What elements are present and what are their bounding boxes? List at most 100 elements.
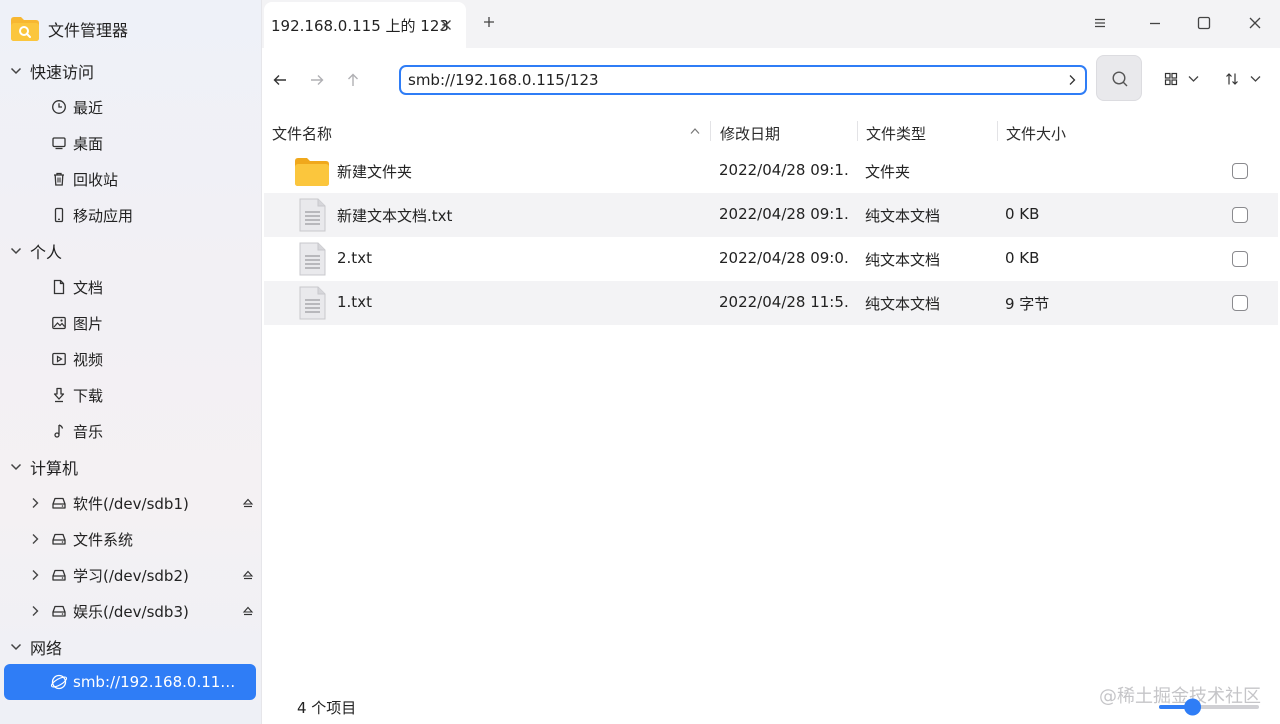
sidebar-item-label: 软件(/dev/sdb1) [73,494,189,513]
sidebar: 文件管理器 快速访问 最近 桌面 回收站 移动应用 个人 文档 图片 视频 下载… [0,0,262,724]
file-name: 2.txt [337,249,372,267]
sidebar-item-disk-software[interactable]: 软件(/dev/sdb1) [0,485,262,521]
close-tab-icon[interactable] [440,19,452,31]
row-checkbox[interactable] [1232,163,1248,179]
column-divider[interactable] [710,121,711,141]
sidebar-group-label: 个人 [30,243,63,262]
sidebar-item-music[interactable]: 音乐 [0,413,262,449]
sidebar-group-computer[interactable]: 计算机 [0,449,262,485]
column-divider[interactable] [997,121,998,141]
file-manager-logo-icon [10,16,40,42]
sidebar-item-pictures[interactable]: 图片 [0,305,262,341]
eject-icon[interactable] [242,497,254,509]
network-share-icon [50,673,68,691]
eject-icon[interactable] [242,569,254,581]
column-header-type[interactable]: 文件类型 [866,123,926,144]
sidebar-item-label: 图片 [73,314,104,333]
sidebar-item-label: 最近 [73,98,104,117]
row-checkbox[interactable] [1232,251,1248,267]
column-header-name[interactable]: 文件名称 [272,123,332,144]
tab-label: 192.168.0.115 上的 123 [271,16,449,35]
file-name: 新建文本文档.txt [337,207,453,225]
column-header-modified[interactable]: 修改日期 [720,123,780,144]
chevron-down-icon[interactable] [1188,75,1199,83]
add-tab-icon[interactable] [483,16,495,28]
chevron-right-icon[interactable] [1067,74,1077,86]
row-checkbox[interactable] [1232,295,1248,311]
sidebar-item-label: 视频 [73,350,104,369]
search-button[interactable] [1096,55,1142,101]
clock-icon [50,98,68,116]
sidebar-group-label: 快速访问 [30,63,95,82]
disk-icon [50,602,68,620]
sidebar-item-label: 文件系统 [73,530,134,549]
chevron-right-icon[interactable] [28,532,42,546]
sidebar-item-label: 移动应用 [73,206,134,225]
eject-icon[interactable] [242,605,254,617]
up-arrow-icon[interactable] [345,72,361,88]
document-icon [50,278,68,296]
trash-icon [50,170,68,188]
file-size: 0 KB [1005,205,1040,223]
menu-icon[interactable] [1093,16,1107,30]
file-modified: 2022/04/28 09:0… [719,249,849,267]
desktop-icon [50,134,68,152]
file-type: 纯文本文档 [865,207,941,225]
sidebar-item-label: 音乐 [73,422,104,441]
chevron-right-icon[interactable] [28,568,42,582]
chevron-right-icon[interactable] [28,604,42,618]
text-file-icon [294,197,330,233]
sidebar-item-disk-entertainment[interactable]: 娱乐(/dev/sdb3) [0,593,262,629]
sidebar-item-filesystem[interactable]: 文件系统 [0,521,262,557]
sidebar-group-personal[interactable]: 个人 [0,233,262,269]
sidebar-item-smb-share[interactable]: smb://192.168.0.11… [4,664,256,700]
column-divider[interactable] [857,121,858,141]
file-row[interactable]: 新建文件夹 2022/04/28 09:1… 文件夹 [264,149,1278,193]
file-row[interactable]: 1.txt 2022/04/28 11:5… 纯文本文档 9 字节 [264,281,1278,325]
sidebar-item-label: 学习(/dev/sdb2) [73,566,189,585]
file-row[interactable]: 新建文本文档.txt 2022/04/28 09:1… 纯文本文档 0 KB [264,193,1278,237]
file-name: 新建文件夹 [337,163,413,181]
zoom-slider[interactable] [1159,697,1259,717]
minimize-icon[interactable] [1148,16,1162,30]
file-row[interactable]: 2.txt 2022/04/28 09:0… 纯文本文档 0 KB [264,237,1278,281]
file-modified: 2022/04/28 09:1… [719,161,849,179]
tab-current[interactable]: 192.168.0.115 上的 123 [264,2,466,48]
sidebar-item-desktop[interactable]: 桌面 [0,125,262,161]
sidebar-group-quick-access[interactable]: 快速访问 [0,53,262,89]
file-type: 纯文本文档 [865,295,941,313]
back-arrow-icon[interactable] [272,72,288,88]
sidebar-item-mobile-apps[interactable]: 移动应用 [0,197,262,233]
sidebar-item-videos[interactable]: 视频 [0,341,262,377]
toolbar: smb://192.168.0.115/123 [262,48,1280,112]
file-type: 纯文本文档 [865,251,941,269]
file-size: 9 字节 [1005,295,1050,313]
sidebar-item-label: smb://192.168.0.11… [73,673,236,691]
sidebar-group-network[interactable]: 网络 [0,629,262,665]
close-window-icon[interactable] [1248,16,1262,30]
sidebar-item-downloads[interactable]: 下载 [0,377,262,413]
search-icon [1112,71,1128,87]
text-file-icon [294,285,330,321]
grid-view-icon[interactable] [1164,72,1178,86]
file-name: 1.txt [337,293,372,311]
address-bar[interactable]: smb://192.168.0.115/123 [399,65,1087,95]
sidebar-item-label: 下载 [73,386,104,405]
sidebar-item-label: 文档 [73,278,104,297]
sidebar-group-label: 网络 [30,639,63,658]
chevron-right-icon[interactable] [28,496,42,510]
sidebar-item-trash[interactable]: 回收站 [0,161,262,197]
sort-ascending-icon[interactable] [690,127,700,135]
forward-arrow-icon[interactable] [309,72,325,88]
sort-icon[interactable] [1225,72,1239,86]
sidebar-item-disk-study[interactable]: 学习(/dev/sdb2) [0,557,262,593]
chevron-down-icon [0,463,30,471]
row-checkbox[interactable] [1232,207,1248,223]
sidebar-item-documents[interactable]: 文档 [0,269,262,305]
maximize-icon[interactable] [1197,16,1211,30]
zoom-handle[interactable] [1184,698,1202,716]
sidebar-item-recent[interactable]: 最近 [0,89,262,125]
column-header-size[interactable]: 文件大小 [1006,123,1066,144]
file-modified: 2022/04/28 09:1… [719,205,849,223]
chevron-down-icon[interactable] [1250,75,1261,83]
